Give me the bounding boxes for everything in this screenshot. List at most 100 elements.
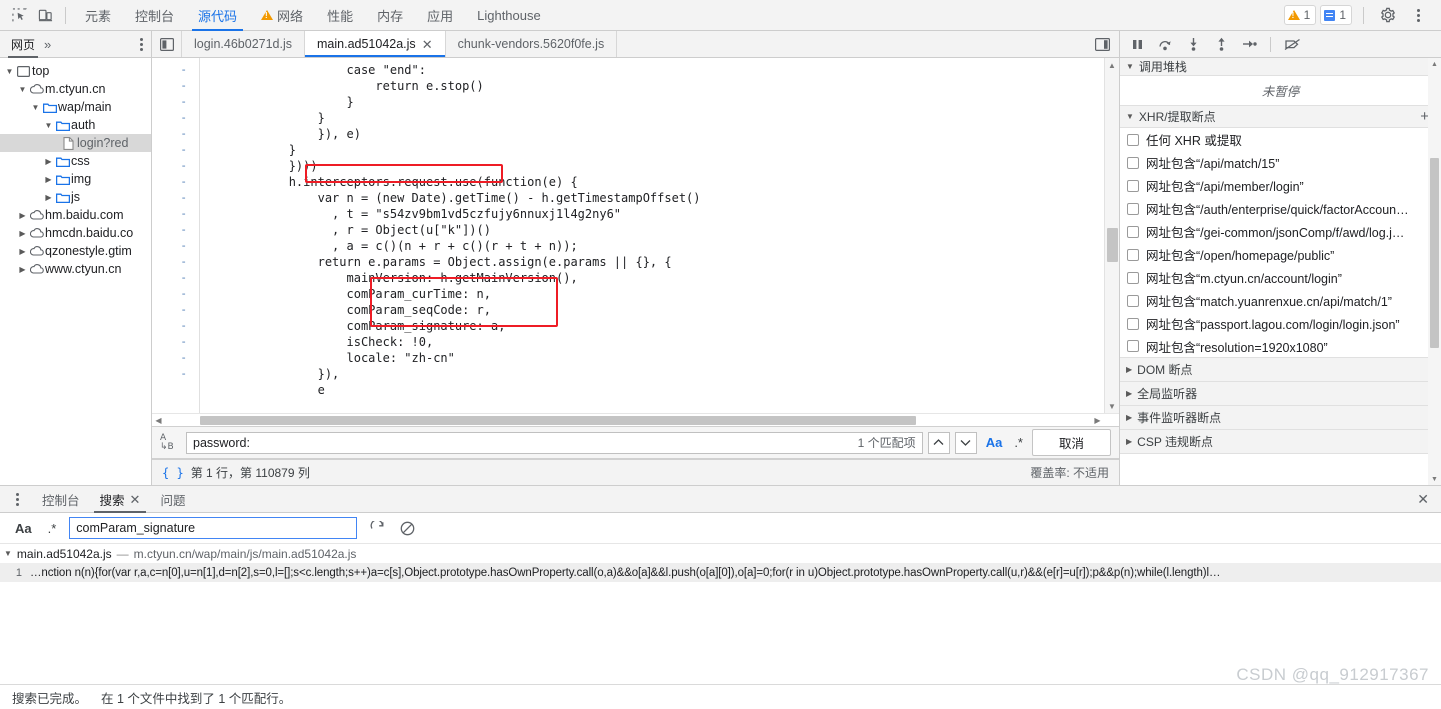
editor-vertical-scrollbar[interactable]: ▲ ▼: [1104, 58, 1119, 413]
global-listeners-section-header[interactable]: ▶ 全局监听器: [1120, 382, 1441, 406]
breakpoint-checkbox[interactable]: [1127, 294, 1139, 307]
breakpoint-checkbox[interactable]: [1127, 340, 1139, 352]
pretty-print-braces-icon[interactable]: { }: [162, 466, 184, 480]
tab-lighthouse[interactable]: Lighthouse: [465, 0, 553, 31]
file-tab-login[interactable]: login.46b0271d.js: [182, 31, 305, 57]
breakpoint-row[interactable]: 网址包含“m.ctyun.cn/account/login”: [1120, 266, 1441, 289]
twisty-closed-icon[interactable]: [17, 265, 28, 274]
warning-count-badge[interactable]: 1: [1283, 5, 1317, 25]
tab-console[interactable]: 控制台: [123, 0, 186, 31]
twisty-closed-icon[interactable]: [43, 175, 54, 184]
twisty-open-icon[interactable]: [4, 67, 15, 76]
scrollbar-thumb[interactable]: [200, 416, 916, 425]
tree-node-mctyun[interactable]: m.ctyun.cn: [0, 80, 151, 98]
breakpoint-checkbox[interactable]: [1127, 271, 1139, 284]
file-tab-main[interactable]: main.ad51042a.js ✕: [305, 31, 446, 57]
tab-sources[interactable]: 源代码: [186, 0, 249, 31]
breakpoint-row[interactable]: 网址包含“resolution=1920x1080”: [1120, 335, 1441, 358]
breakpoint-checkbox[interactable]: [1127, 248, 1139, 261]
dom-breakpoints-section-header[interactable]: ▶ DOM 断点: [1120, 358, 1441, 382]
code-scroll-container[interactable]: case "end": return e.stop() } } }), e) }: [200, 58, 1119, 413]
step-over-icon[interactable]: [1156, 35, 1174, 53]
search-prev-button[interactable]: [927, 431, 950, 454]
show-navigator-icon[interactable]: [152, 31, 182, 57]
drawer-tab-issues[interactable]: 问题: [150, 486, 195, 513]
tree-node-css[interactable]: css: [0, 152, 151, 170]
drawer-tab-search[interactable]: 搜索 ✕: [90, 486, 151, 513]
twisty-open-icon[interactable]: [30, 103, 41, 112]
breakpoint-row[interactable]: 网址包含“/api/match/15”: [1120, 151, 1441, 174]
regex-toggle[interactable]: .*: [45, 521, 60, 536]
scroll-right-arrow-icon[interactable]: ▶: [1091, 414, 1104, 426]
breakpoint-checkbox[interactable]: [1127, 202, 1139, 215]
gear-icon[interactable]: [1375, 3, 1401, 27]
breakpoint-row[interactable]: 网址包含“passport.lagou.com/login/login.json…: [1120, 312, 1441, 335]
breakpoint-row[interactable]: 网址包含“/api/member/login”: [1120, 174, 1441, 197]
call-stack-section-header[interactable]: ▼ 调用堆栈: [1120, 58, 1441, 76]
breakpoint-row[interactable]: 网址包含“/open/homepage/public”: [1120, 243, 1441, 266]
split-editor-icon[interactable]: [1085, 31, 1119, 57]
inspect-element-icon[interactable]: [6, 3, 32, 27]
scrollbar-thumb[interactable]: [1107, 228, 1118, 262]
search-next-button[interactable]: [954, 431, 977, 454]
regex-toggle[interactable]: .*: [1011, 435, 1026, 450]
tab-application[interactable]: 应用: [415, 0, 465, 31]
tree-node-wwwctyun[interactable]: www.ctyun.cn: [0, 260, 151, 278]
csp-violation-breakpoints-section-header[interactable]: ▶ CSP 违规断点: [1120, 430, 1441, 454]
scroll-down-arrow-icon[interactable]: ▼: [1105, 399, 1119, 413]
close-icon[interactable]: ✕: [422, 38, 433, 51]
tree-node-js[interactable]: js: [0, 188, 151, 206]
navigator-menu-icon[interactable]: [140, 37, 151, 51]
tree-node-login[interactable]: login?red: [0, 134, 151, 152]
drawer-search-input[interactable]: [74, 520, 353, 536]
pause-icon[interactable]: [1128, 35, 1146, 53]
tree-node-top[interactable]: top: [0, 62, 151, 80]
tree-node-qzonestyle[interactable]: qzonestyle.gtim: [0, 242, 151, 260]
step-out-icon[interactable]: [1212, 35, 1230, 53]
breakpoint-checkbox[interactable]: [1127, 133, 1139, 146]
scroll-left-arrow-icon[interactable]: ◀: [152, 414, 165, 426]
xhr-breakpoints-section-header[interactable]: ▼ XHR/提取断点 +: [1120, 106, 1441, 128]
step-icon[interactable]: [1240, 35, 1258, 53]
tree-node-hmbaidu[interactable]: hm.baidu.com: [0, 206, 151, 224]
breakpoint-checkbox[interactable]: [1127, 225, 1139, 238]
tab-memory[interactable]: 内存: [365, 0, 415, 31]
device-toolbar-icon[interactable]: [32, 3, 58, 27]
editor-search-input[interactable]: [191, 434, 858, 451]
breakpoint-row[interactable]: 网址包含“/gei-common/jsonComp/f/awd/log.j…: [1120, 220, 1441, 243]
search-cancel-button[interactable]: 取消: [1031, 429, 1111, 456]
refresh-icon[interactable]: [367, 518, 387, 538]
breakpoint-checkbox[interactable]: [1127, 156, 1139, 169]
twisty-closed-icon[interactable]: [43, 157, 54, 166]
twisty-closed-icon[interactable]: [17, 229, 28, 238]
file-tab-chunk-vendors[interactable]: chunk-vendors.5620f0fe.js: [445, 31, 618, 57]
navigator-tab-page[interactable]: 网页: [6, 31, 40, 58]
editor-horizontal-scrollbar[interactable]: ◀ ▶: [152, 413, 1119, 426]
caret-down-icon[interactable]: ▼: [4, 549, 12, 558]
scroll-down-arrow-icon[interactable]: ▼: [1428, 473, 1441, 485]
editor-search-input-wrap[interactable]: 1 个匹配项: [186, 431, 923, 454]
deactivate-breakpoints-icon[interactable]: [1283, 35, 1301, 53]
tree-node-img[interactable]: img: [0, 170, 151, 188]
navigator-more-tabs-icon[interactable]: »: [40, 37, 55, 52]
code-editor[interactable]: - - - - - - - - - - - - - - - - - - - - …: [152, 58, 1119, 413]
breakpoint-checkbox[interactable]: [1127, 179, 1139, 192]
twisty-open-icon[interactable]: [43, 121, 54, 130]
info-count-badge[interactable]: 1: [1320, 5, 1352, 25]
drawer-tab-console[interactable]: 控制台: [32, 486, 90, 513]
drawer-close-icon[interactable]: ✕: [1417, 491, 1441, 508]
drawer-menu-icon[interactable]: [8, 490, 26, 508]
tab-network[interactable]: 网络: [249, 0, 315, 31]
twisty-closed-icon[interactable]: [17, 211, 28, 220]
match-case-toggle[interactable]: Aa: [983, 435, 1006, 450]
kebab-menu-icon[interactable]: [1405, 3, 1431, 27]
event-listener-breakpoints-section-header[interactable]: ▶ 事件监听器断点: [1120, 406, 1441, 430]
match-case-toggle[interactable]: Aa: [12, 521, 35, 536]
twisty-open-icon[interactable]: [17, 85, 28, 94]
tab-elements[interactable]: 元素: [73, 0, 123, 31]
scroll-up-arrow-icon[interactable]: ▲: [1428, 58, 1441, 70]
twisty-closed-icon[interactable]: [43, 193, 54, 202]
clear-icon[interactable]: [397, 518, 417, 538]
breakpoint-checkbox[interactable]: [1127, 317, 1139, 330]
drawer-search-input-wrap[interactable]: [69, 517, 358, 539]
